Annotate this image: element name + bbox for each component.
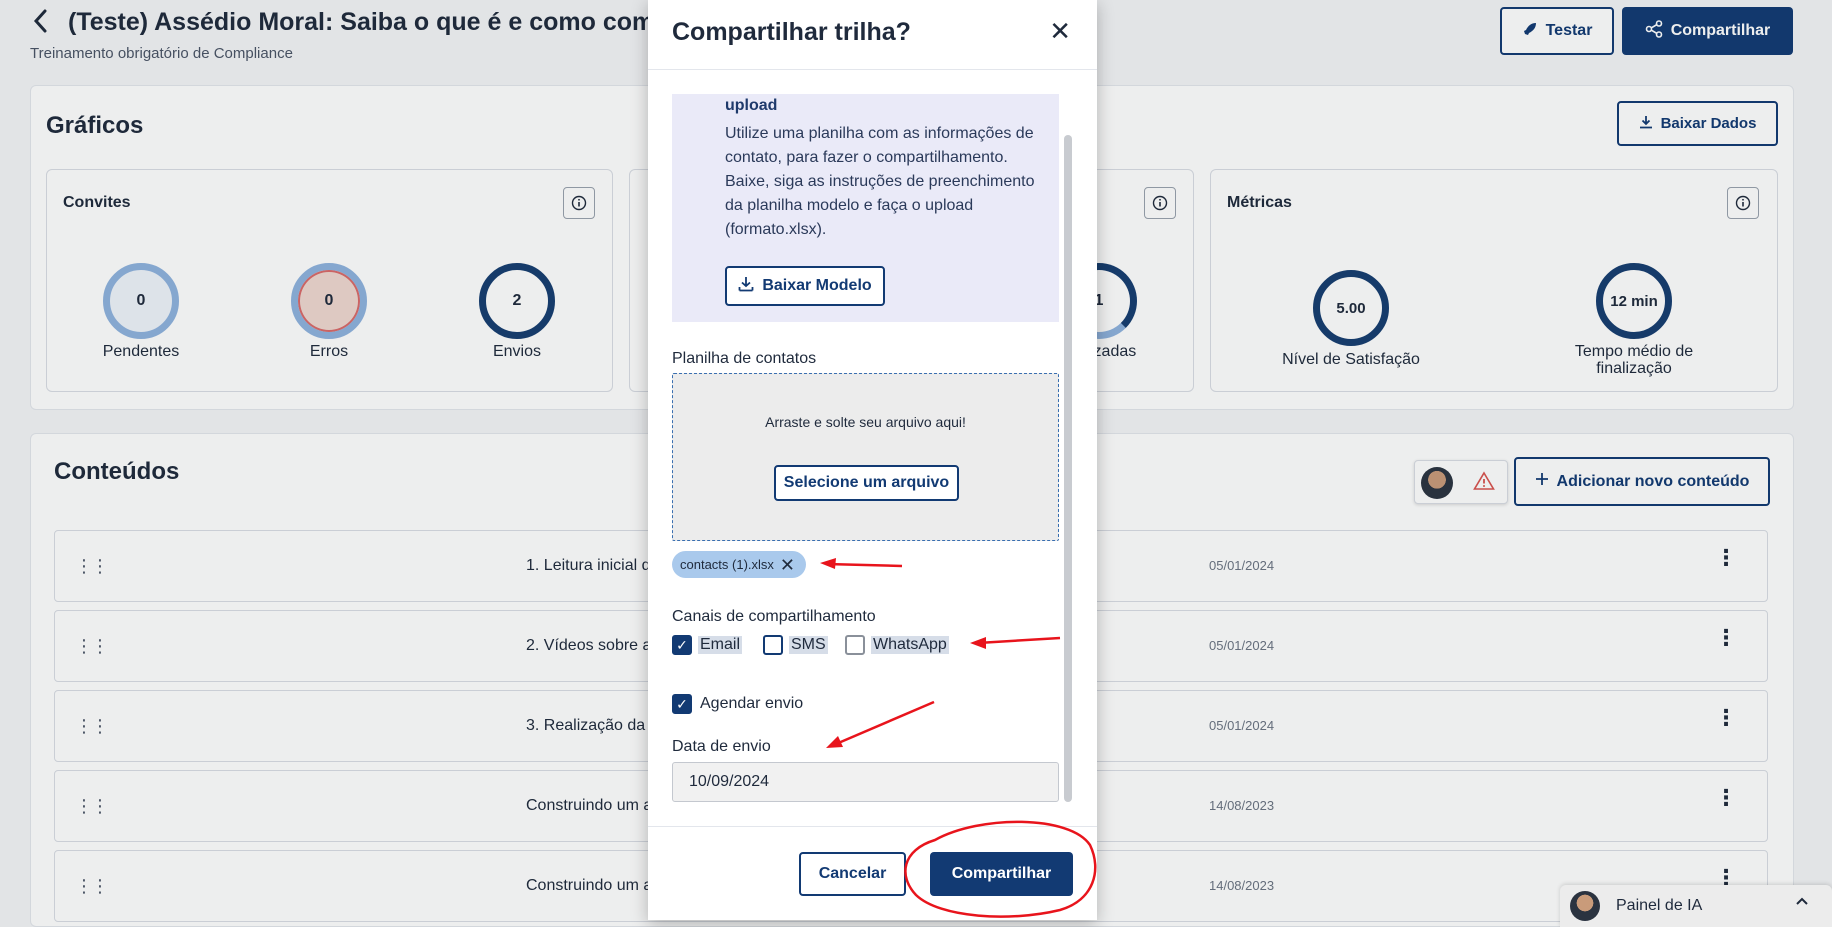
file-chip-name: contacts (1).xlsx <box>680 557 774 572</box>
send-date-label: Data de envio <box>672 738 771 755</box>
schedule-checkbox[interactable]: ✓ <box>672 694 692 714</box>
sms-label: SMS <box>789 636 828 654</box>
file-dropzone[interactable]: Arraste e solte seu arquivo aqui! Seleci… <box>672 373 1059 541</box>
download-icon <box>738 276 754 297</box>
send-date-value: 10/09/2024 <box>689 773 770 790</box>
dropzone-text: Arraste e solte seu arquivo aqui! <box>765 414 966 430</box>
select-file-button[interactable]: Selecione um arquivo <box>774 465 959 501</box>
avatar <box>1570 891 1600 921</box>
modal-header: Compartilhar trilha? ✕ <box>648 0 1097 70</box>
send-date-input[interactable]: 10/09/2024 <box>672 762 1059 802</box>
close-icon[interactable]: ✕ <box>1049 18 1071 44</box>
whatsapp-checkbox[interactable] <box>845 635 865 655</box>
share-button[interactable]: Compartilhar <box>930 852 1073 896</box>
schedule-label: Agendar envio <box>700 695 804 712</box>
email-checkbox[interactable]: ✓ <box>672 635 692 655</box>
share-modal: Compartilhar trilha? ✕ upload Utilize um… <box>648 0 1097 920</box>
download-model-label: Baixar Modelo <box>762 277 872 294</box>
ia-panel[interactable]: Painel de IA <box>1560 885 1832 927</box>
modal-footer: Cancelar Compartilhar <box>648 826 1097 920</box>
download-model-button[interactable]: Baixar Modelo <box>725 266 885 306</box>
modal-scrollbar[interactable] <box>1064 135 1072 802</box>
ia-panel-label: Painel de IA <box>1616 897 1703 914</box>
sms-checkbox[interactable] <box>763 635 783 655</box>
upload-instructions: upload Utilize uma planilha com as infor… <box>672 94 1059 322</box>
chevron-up-icon[interactable] <box>1794 893 1810 914</box>
whatsapp-label: WhatsApp <box>871 636 949 654</box>
upload-heading: upload <box>725 97 778 114</box>
select-file-label: Selecione um arquivo <box>783 474 950 491</box>
cancel-label: Cancelar <box>818 865 887 882</box>
contacts-label: Planilha de contatos <box>672 350 817 367</box>
channels-label: Canais de compartilhamento <box>672 608 876 625</box>
share-label: Compartilhar <box>951 865 1052 882</box>
remove-file-icon[interactable]: ✕ <box>780 556 795 574</box>
file-chip: contacts (1).xlsx ✕ <box>672 551 806 578</box>
modal-title: Compartilhar trilha? <box>672 18 911 46</box>
upload-description: Utilize uma planilha com as informações … <box>725 125 1035 238</box>
cancel-button[interactable]: Cancelar <box>799 852 906 896</box>
email-label: Email <box>698 636 743 654</box>
